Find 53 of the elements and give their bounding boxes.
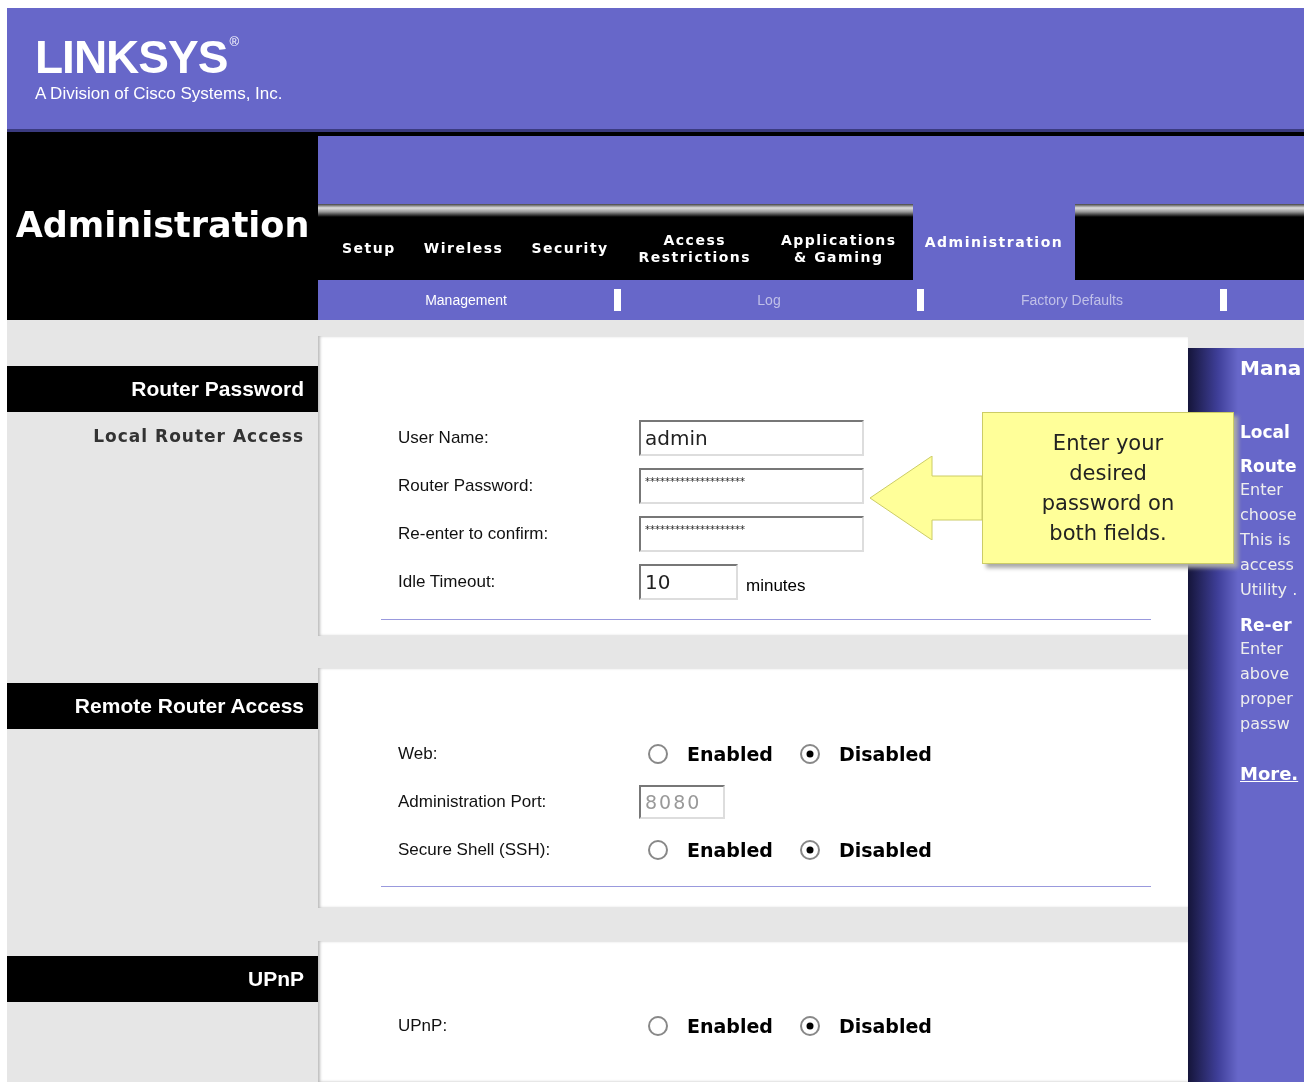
callout-note: Enter your desired password on both fields. xyxy=(982,412,1234,564)
logo: LINKSYS xyxy=(35,33,228,80)
radio-button[interactable] xyxy=(647,743,669,766)
field-label: Web: xyxy=(398,744,439,765)
subnav-tab[interactable]: Management xyxy=(318,292,614,308)
subnav-separator xyxy=(614,289,621,311)
help-text: This is xyxy=(1240,530,1292,551)
subnav-separator xyxy=(917,289,924,311)
help-heading: Re-er xyxy=(1240,615,1293,637)
radio-button[interactable] xyxy=(798,1014,821,1037)
radio-label: Enabled xyxy=(687,743,773,766)
nav-tab[interactable]: Administration xyxy=(912,204,1076,280)
help-text: passw xyxy=(1240,714,1291,735)
radio-label: Enabled xyxy=(687,1014,773,1037)
field-label: Re-enter to confirm: xyxy=(398,524,550,544)
input-field[interactable]: ******************** xyxy=(639,516,864,552)
section-header: Router Password xyxy=(7,366,318,412)
help-heading: Route xyxy=(1240,456,1298,478)
radio-button[interactable] xyxy=(647,839,669,862)
unit-label: minutes xyxy=(746,576,806,596)
help-text: choose xyxy=(1240,505,1298,526)
registered-mark: ® xyxy=(229,33,239,49)
help-text: Enter xyxy=(1240,639,1284,660)
help-text: access xyxy=(1240,555,1295,576)
help-title: Mana xyxy=(1240,355,1303,382)
help-text: above xyxy=(1240,664,1291,685)
input-field[interactable]: ******************** xyxy=(639,468,864,504)
help-heading: Local xyxy=(1240,422,1291,444)
section-header: UPnP xyxy=(7,955,318,1002)
help-text: proper xyxy=(1240,689,1294,710)
radio-label: Disabled xyxy=(838,743,932,766)
radio-button[interactable] xyxy=(647,1014,669,1037)
radio-label: Disabled xyxy=(838,1014,932,1037)
input-field[interactable]: 10 xyxy=(639,564,738,600)
input-field[interactable]: admin xyxy=(639,420,864,456)
radio-label: Enabled xyxy=(687,839,773,862)
section-subtitle: Local Router Access xyxy=(92,425,305,446)
section-header: Remote Router Access xyxy=(7,683,318,730)
more-link[interactable]: More. xyxy=(1240,763,1299,784)
field-label: Idle Timeout: xyxy=(398,572,497,592)
subnav-separator xyxy=(1220,289,1227,311)
page-title: Administration xyxy=(14,204,311,247)
radio-button[interactable] xyxy=(798,743,821,766)
field-label: Secure Shell (SSH): xyxy=(398,840,552,861)
help-text: Enter xyxy=(1240,480,1284,501)
logo-tagline: A Division of Cisco Systems, Inc. xyxy=(35,83,284,104)
field-label: Administration Port: xyxy=(398,792,548,813)
help-text: Utility . xyxy=(1240,580,1299,601)
radio-button[interactable] xyxy=(798,839,821,862)
field-label: UPnP: xyxy=(398,1015,449,1036)
field-label: User Name: xyxy=(398,428,490,448)
field-label: Router Password: xyxy=(398,476,535,496)
radio-label: Disabled xyxy=(838,839,932,862)
